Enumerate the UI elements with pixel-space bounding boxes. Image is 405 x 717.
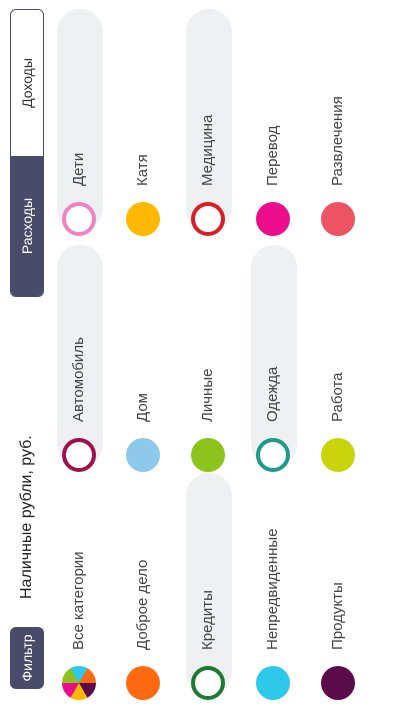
tab-expenses-label: Расходы	[19, 197, 35, 255]
category-label: Медицина	[199, 114, 216, 186]
category-color-icon	[256, 666, 290, 700]
category-label: Непредвиденные	[264, 528, 281, 650]
category-item-products[interactable]: Продукты	[321, 500, 355, 700]
category-color-icon	[191, 438, 225, 472]
category-label: Перевод	[264, 125, 281, 186]
category-color-icon	[62, 438, 96, 472]
category-color-icon	[126, 438, 160, 472]
category-color-icon	[321, 202, 355, 236]
category-item-credits[interactable]: Кредиты	[191, 500, 225, 700]
tab-expenses[interactable]: Расходы	[11, 156, 43, 296]
category-item-car[interactable]: Автомобиль	[62, 272, 96, 472]
category-item-entertainment[interactable]: Развлечения	[321, 36, 355, 236]
category-color-icon	[256, 438, 290, 472]
category-item-katya[interactable]: Катя	[126, 36, 160, 236]
tab-income-label: Доходы	[19, 58, 35, 108]
category-item-home[interactable]: Дом	[126, 272, 160, 472]
screen: Фильтр Наличные рубли, руб. Расходы Дохо…	[0, 0, 405, 717]
category-item-clothes[interactable]: Одежда	[256, 272, 290, 472]
category-color-icon	[62, 202, 96, 236]
category-label: Дом	[134, 393, 151, 422]
category-item-kids[interactable]: Дети	[62, 36, 96, 236]
category-label: Развлечения	[329, 96, 346, 186]
category-color-icon	[256, 202, 290, 236]
category-label: Продукты	[329, 582, 346, 650]
category-color-icon	[126, 202, 160, 236]
category-item-work[interactable]: Работа	[321, 272, 355, 472]
category-item-personal[interactable]: Личные	[191, 272, 225, 472]
tab-switch: Расходы Доходы	[10, 9, 44, 297]
category-item-charity[interactable]: Доброе дело	[126, 500, 160, 700]
category-color-icon	[191, 666, 225, 700]
category-label: Работа	[329, 372, 346, 423]
category-color-icon	[321, 438, 355, 472]
category-color-icon	[191, 202, 225, 236]
category-item-all[interactable]: Все категории	[62, 500, 96, 700]
category-label: Автомобиль	[70, 337, 87, 422]
category-item-unforeseen[interactable]: Непредвиденные	[256, 500, 290, 700]
category-color-icon	[321, 666, 355, 700]
filter-button-label: Фильтр	[19, 634, 35, 682]
account-label: Наличные рубли, руб.	[18, 435, 35, 599]
category-label: Одежда	[264, 366, 281, 422]
category-label: Доброе дело	[134, 559, 151, 650]
category-color-icon	[126, 666, 160, 700]
category-item-medicine[interactable]: Медицина	[191, 36, 225, 236]
tab-income[interactable]: Доходы	[11, 10, 43, 156]
category-color-icon	[62, 666, 96, 700]
category-label: Дети	[70, 152, 87, 186]
filter-button[interactable]: Фильтр	[10, 627, 44, 689]
category-label: Личные	[199, 368, 216, 422]
category-label: Катя	[134, 154, 151, 186]
category-label: Кредиты	[199, 590, 216, 650]
category-label: Все категории	[70, 551, 87, 650]
category-item-transfer[interactable]: Перевод	[256, 36, 290, 236]
